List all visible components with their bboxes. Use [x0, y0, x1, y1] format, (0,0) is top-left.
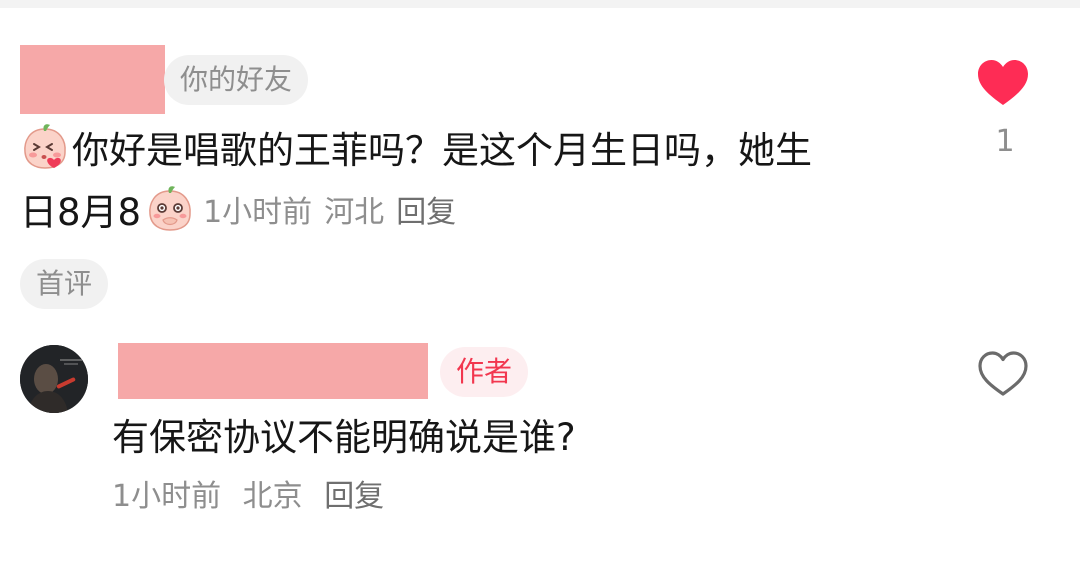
comment-time: 1小时前 [203, 195, 313, 230]
comment-text-line-1: 你好是唱歌的王菲吗？是这个月生日吗，她生 [20, 119, 812, 175]
avatar-photo [20, 345, 88, 413]
comment-text-continued: 日8月8 [20, 191, 142, 234]
top-divider [0, 0, 1080, 8]
redacted-author-name[interactable] [118, 343, 428, 399]
blush-peach-emoji [24, 124, 66, 169]
like-count: 1 [995, 124, 1015, 159]
comment-reply-button[interactable]: 回复 [396, 187, 456, 231]
friend-tag: 你的好友 [164, 55, 309, 105]
heart-outline-icon[interactable] [976, 349, 1030, 399]
comment-text-line-2: 日8月8 1小时前 河北 回复 [20, 181, 456, 237]
reply-meta: 1小时前 北京 回复 [112, 474, 384, 520]
reply-text: 有保密协议不能明确说是谁? [112, 416, 576, 459]
first-comment-tag: 首评 [20, 259, 109, 309]
reply-location: 北京 [242, 479, 303, 514]
redacted-username[interactable] [20, 45, 165, 114]
giggle-peach-emoji [149, 186, 191, 231]
comment-text: 你好是唱歌的王菲吗？是这个月生日吗，她生 [72, 129, 812, 172]
reply-time: 1小时前 [112, 479, 222, 514]
author-tag: 作者 [440, 347, 529, 397]
author-avatar[interactable] [20, 345, 88, 413]
heart-filled-icon[interactable] [976, 58, 1030, 108]
comment-location: 河北 [324, 195, 385, 230]
reply-reply-button[interactable]: 回复 [324, 479, 384, 514]
